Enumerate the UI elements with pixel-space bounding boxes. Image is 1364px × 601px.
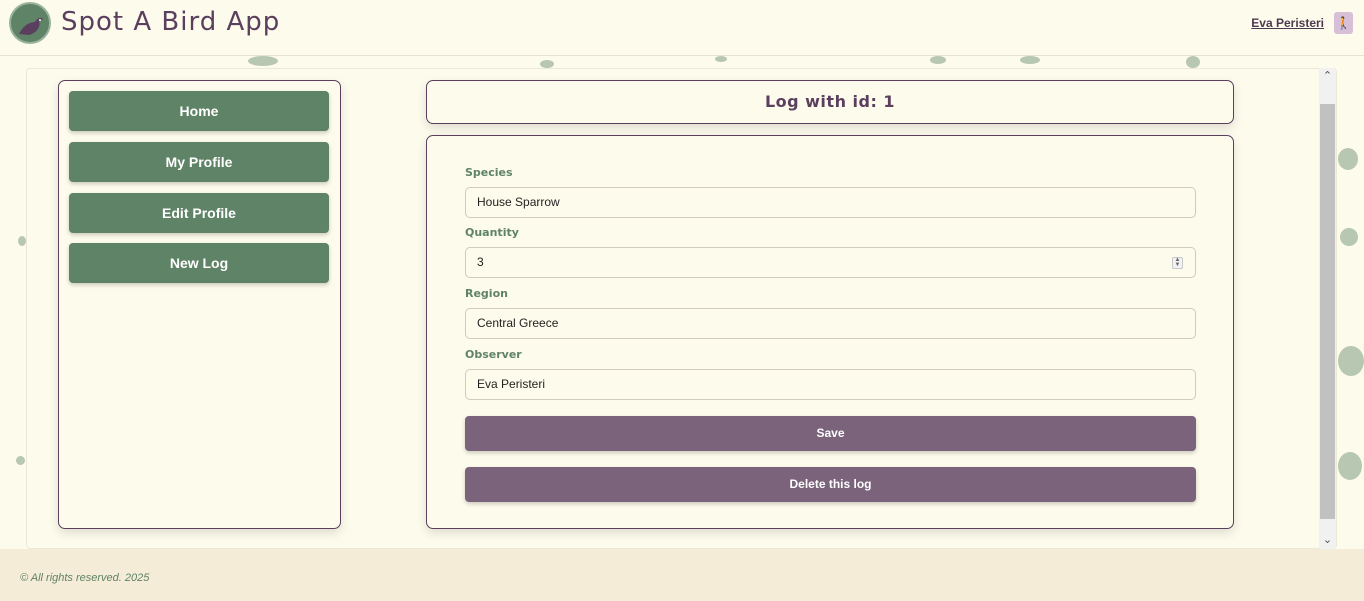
observer-field[interactable]: Eva Peristeri [465, 369, 1196, 400]
sidebar-item-new-log[interactable]: New Log [69, 243, 329, 283]
save-button[interactable]: Save [465, 416, 1196, 451]
stepper-arrows-icon[interactable]: ▲ ▼ [1172, 257, 1183, 269]
background-splotch [1020, 56, 1040, 64]
user-profile-link[interactable]: Eva Peristeri [1251, 16, 1324, 30]
sidebar-item-home[interactable]: Home [69, 91, 329, 131]
species-field[interactable]: House Sparrow [465, 187, 1196, 218]
background-splotch [1186, 56, 1200, 68]
region-label: Region [465, 287, 508, 300]
quantity-stepper[interactable]: 3 ▲ ▼ [465, 247, 1196, 278]
background-splotch [1338, 148, 1358, 170]
background-splotch [248, 56, 278, 66]
background-splotch [16, 456, 25, 465]
background-splotch [1340, 228, 1358, 246]
copyright-text: © All rights reserved. 2025 [20, 572, 150, 584]
quantity-value: 3 [477, 255, 484, 269]
log-form: Species House Sparrow Quantity 3 ▲ ▼ Regi… [426, 135, 1234, 529]
species-label: Species [465, 166, 513, 179]
delete-log-button[interactable]: Delete this log [465, 467, 1196, 502]
region-field[interactable]: Central Greece [465, 308, 1196, 339]
scroll-down-icon[interactable]: ⌄ [1319, 532, 1336, 549]
app-title: Spot A Bird App [61, 7, 281, 37]
page-title: Log with id: 1 [426, 80, 1234, 124]
scrollbar[interactable]: ⌃ ⌄ [1319, 68, 1336, 549]
person-icon[interactable]: 🚶 [1334, 12, 1353, 34]
scrollbar-thumb[interactable] [1320, 104, 1335, 519]
page-footer: © All rights reserved. 2025 [0, 549, 1364, 601]
scroll-up-icon[interactable]: ⌃ [1319, 68, 1336, 85]
observer-label: Observer [465, 348, 522, 361]
background-splotch [18, 236, 26, 246]
background-splotch [1338, 452, 1362, 480]
sidebar: Home My Profile Edit Profile New Log [58, 80, 341, 529]
quantity-label: Quantity [465, 226, 519, 239]
app-header: Spot A Bird App Eva Peristeri 🚶 [0, 0, 1364, 56]
sidebar-item-edit-profile[interactable]: Edit Profile [69, 193, 329, 233]
background-splotch [1338, 346, 1364, 376]
bird-icon[interactable] [9, 2, 51, 44]
background-splotch [540, 60, 554, 68]
background-splotch [930, 56, 946, 64]
sidebar-item-my-profile[interactable]: My Profile [69, 142, 329, 182]
background-splotch [715, 56, 727, 62]
